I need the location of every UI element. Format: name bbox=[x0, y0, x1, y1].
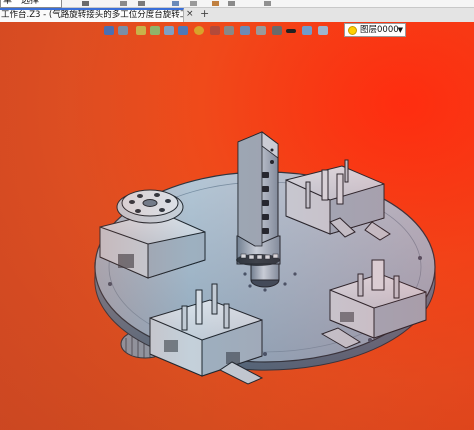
cad-model[interactable] bbox=[0, 22, 474, 430]
line-style-icon[interactable] bbox=[286, 29, 296, 33]
tool-icon[interactable] bbox=[138, 1, 145, 6]
add-tab-icon[interactable]: + bbox=[200, 8, 209, 20]
tool-icon[interactable] bbox=[228, 1, 235, 6]
view-orient-icon[interactable] bbox=[104, 26, 114, 35]
color-icon[interactable] bbox=[302, 26, 312, 35]
filter-icon[interactable] bbox=[256, 26, 266, 35]
view-cube-icon[interactable] bbox=[118, 26, 128, 35]
3d-viewport[interactable] bbox=[0, 22, 474, 430]
layer-dropdown[interactable]: 图层0000 ▼ bbox=[344, 23, 406, 37]
tool-icon[interactable] bbox=[172, 1, 179, 6]
render-mode-icon[interactable] bbox=[136, 26, 146, 35]
selection-mode-field[interactable]: 单一选择 bbox=[0, 0, 62, 8]
measure-icon[interactable] bbox=[272, 26, 282, 35]
tool-icon[interactable] bbox=[264, 1, 271, 6]
tool-icon[interactable] bbox=[212, 1, 219, 6]
tool-icon[interactable] bbox=[82, 1, 89, 6]
top-toolbar-icons bbox=[82, 1, 271, 6]
pan-icon[interactable] bbox=[210, 26, 220, 35]
zoom-icon[interactable] bbox=[224, 26, 234, 35]
light-icon[interactable] bbox=[194, 26, 204, 35]
tool-icon[interactable] bbox=[120, 1, 127, 6]
tool-icon[interactable] bbox=[190, 1, 197, 6]
layer-bulb-icon bbox=[348, 26, 357, 35]
top-toolbar: 单一选择 bbox=[0, 0, 474, 8]
central-column bbox=[236, 131, 281, 288]
section-icon[interactable] bbox=[178, 26, 188, 35]
wireframe-icon[interactable] bbox=[164, 26, 174, 35]
layer-name: 图层0000 bbox=[360, 25, 399, 35]
document-tab-bar: 工作台.Z3 - (气路旋转接头的多工位分度台旋转工作台) × + bbox=[0, 8, 474, 23]
chevron-down-icon: ▼ bbox=[397, 26, 403, 34]
rotate-icon[interactable] bbox=[240, 26, 250, 35]
material-icon[interactable] bbox=[318, 26, 328, 35]
tab-document[interactable]: 工作台.Z3 - (气路旋转接头的多工位分度台旋转工作台) bbox=[0, 8, 184, 23]
close-icon[interactable]: × bbox=[186, 10, 194, 19]
shaded-icon[interactable] bbox=[150, 26, 160, 35]
